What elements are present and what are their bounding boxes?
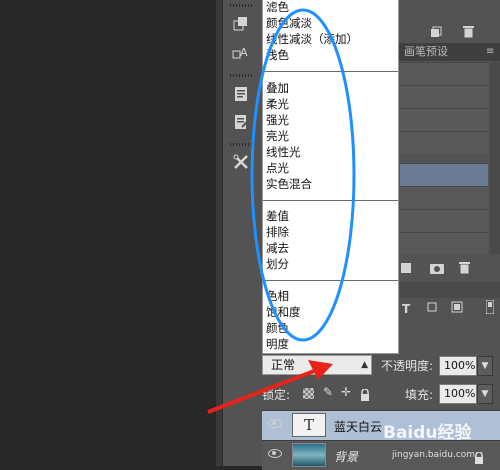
blue-highlight-ellipse — [250, 8, 356, 342]
annotation-overlay — [207, 8, 356, 414]
red-arrow-icon — [207, 366, 323, 414]
watermark: Baidu经验 — [383, 423, 472, 443]
watermark-url: jingyan.baidu.com — [392, 450, 476, 460]
